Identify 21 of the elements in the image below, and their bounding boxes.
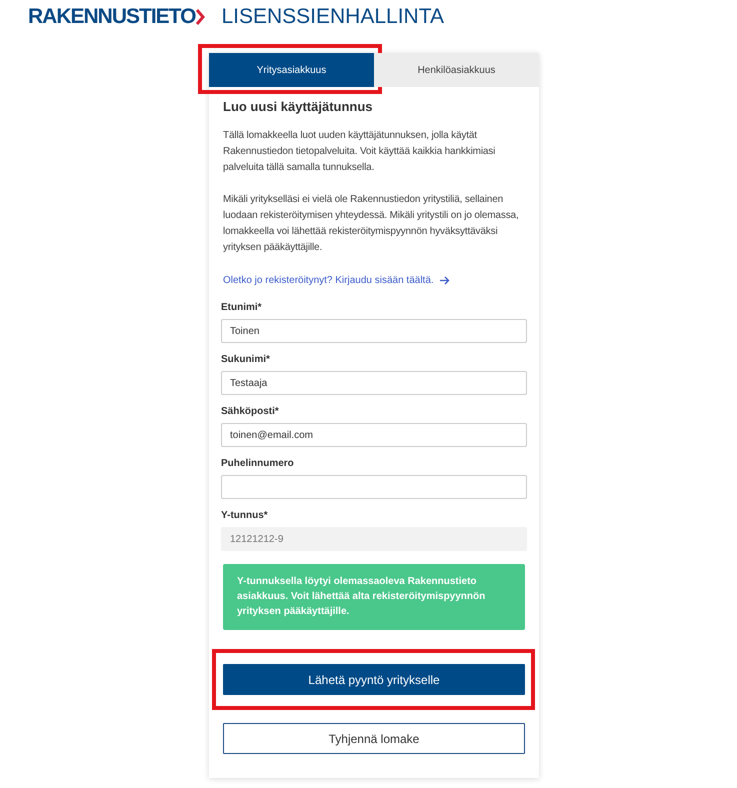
field-label: Sähköposti* [221, 406, 280, 418]
submit-button[interactable]: Lähetä pyyntö yritykselle [223, 664, 525, 695]
tab[interactable]: Yritysasiakkuus [209, 53, 374, 87]
input-field[interactable]: Toinen [221, 319, 527, 343]
field-label: Etunimi* [221, 302, 263, 314]
input-field[interactable]: Testaaja [221, 371, 527, 395]
arrow-right-icon [440, 276, 450, 285]
input-field[interactable] [221, 475, 527, 499]
chevron-icon [196, 9, 206, 25]
field-label: Y-tunnus* [221, 510, 269, 522]
field-label: Sukunimi* [221, 354, 271, 366]
form-heading: Luo uusi käyttäjätunnus [223, 99, 374, 114]
page-title: LISENSSIENHALLINTA [221, 5, 444, 29]
clear-button[interactable]: Tyhjennä lomake [223, 723, 525, 754]
brand-logo-text: RAKENNUSTIETO [28, 5, 196, 29]
login-link[interactable]: Oletko jo rekisteröitynyt? Kirjaudu sisään täältä. [223, 275, 450, 286]
input-field[interactable]: toinen@email.com [221, 423, 527, 447]
intro-paragraph: Tällä lomakkeella luot uuden käyttäjätunnuksen, jolla käytät Rakennustiedon tietopalveluita. Voit käyttää kaikkia hankkimiasi palveluita tällä samalla tunnuksella. [223, 129, 496, 175]
intro-paragraph: Mikäli yritykselläsi ei vielä ole Rakennustiedon yritystiliä, sellainen luodaan rekisteröitymisen yhteydessä. Mikäli yritystili on jo olemassa, lomakkeella voi lähettää rekisteröitymispyynnön hyväksyttäväksi yrityksen pääkäyttäjille. [223, 193, 520, 255]
info-notice: Y-tunnuksella löytyi olemassaoleva Rakennustieto asiakkuus. Voit lähettää alta rekisteröitymispyynnön yrityksen pääkäyttäjille. [223, 564, 525, 630]
field-label: Puhelinnumero [221, 458, 295, 470]
